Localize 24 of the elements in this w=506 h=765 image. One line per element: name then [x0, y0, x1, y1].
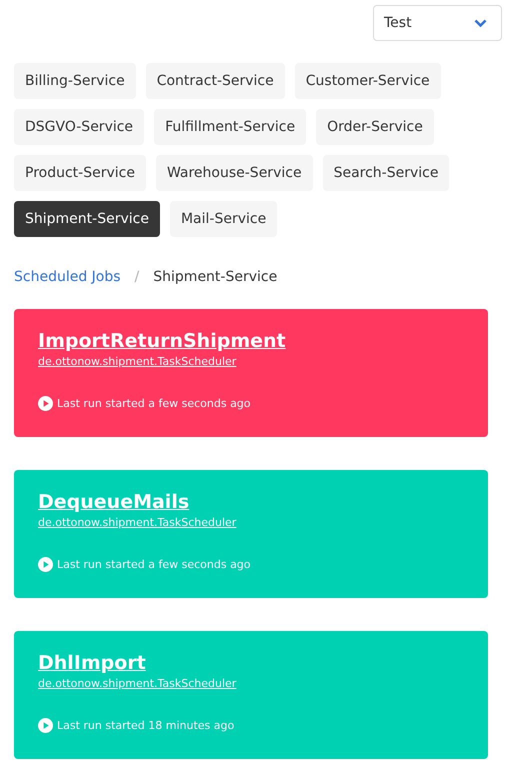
service-tag[interactable]: Billing-Service: [14, 63, 136, 99]
chevron-down-icon: [474, 18, 487, 28]
service-tag[interactable]: Order-Service: [316, 109, 434, 145]
environment-select[interactable]: Test: [373, 5, 502, 41]
last-run-text: Last run started 18 minutes ago: [57, 719, 234, 732]
service-tag[interactable]: Mail-Service: [170, 201, 278, 237]
job-name-link[interactable]: ImportReturnShipment: [38, 330, 286, 352]
breadcrumb-separator: /: [134, 269, 140, 285]
service-tag[interactable]: DSGVO-Service: [14, 109, 144, 145]
service-tag[interactable]: Fulfillment-Service: [154, 109, 306, 145]
play-icon: [38, 718, 53, 733]
breadcrumb-current: Shipment-Service: [153, 269, 278, 285]
last-run-text: Last run started a few seconds ago: [57, 397, 251, 410]
play-icon: [38, 557, 53, 572]
service-tag[interactable]: Contract-Service: [146, 63, 285, 99]
last-run-text: Last run started a few seconds ago: [57, 558, 251, 571]
service-tag[interactable]: Warehouse-Service: [156, 155, 313, 191]
service-tag[interactable]: Search-Service: [322, 155, 450, 191]
breadcrumb-link[interactable]: Scheduled Jobs: [14, 269, 121, 285]
service-tag[interactable]: Shipment-Service: [14, 201, 160, 237]
service-tag[interactable]: Customer-Service: [294, 63, 441, 99]
service-tag[interactable]: Product-Service: [14, 155, 146, 191]
play-icon: [38, 396, 53, 411]
scheduler-link[interactable]: de.ottonow.shipment.TaskScheduler: [38, 355, 236, 368]
